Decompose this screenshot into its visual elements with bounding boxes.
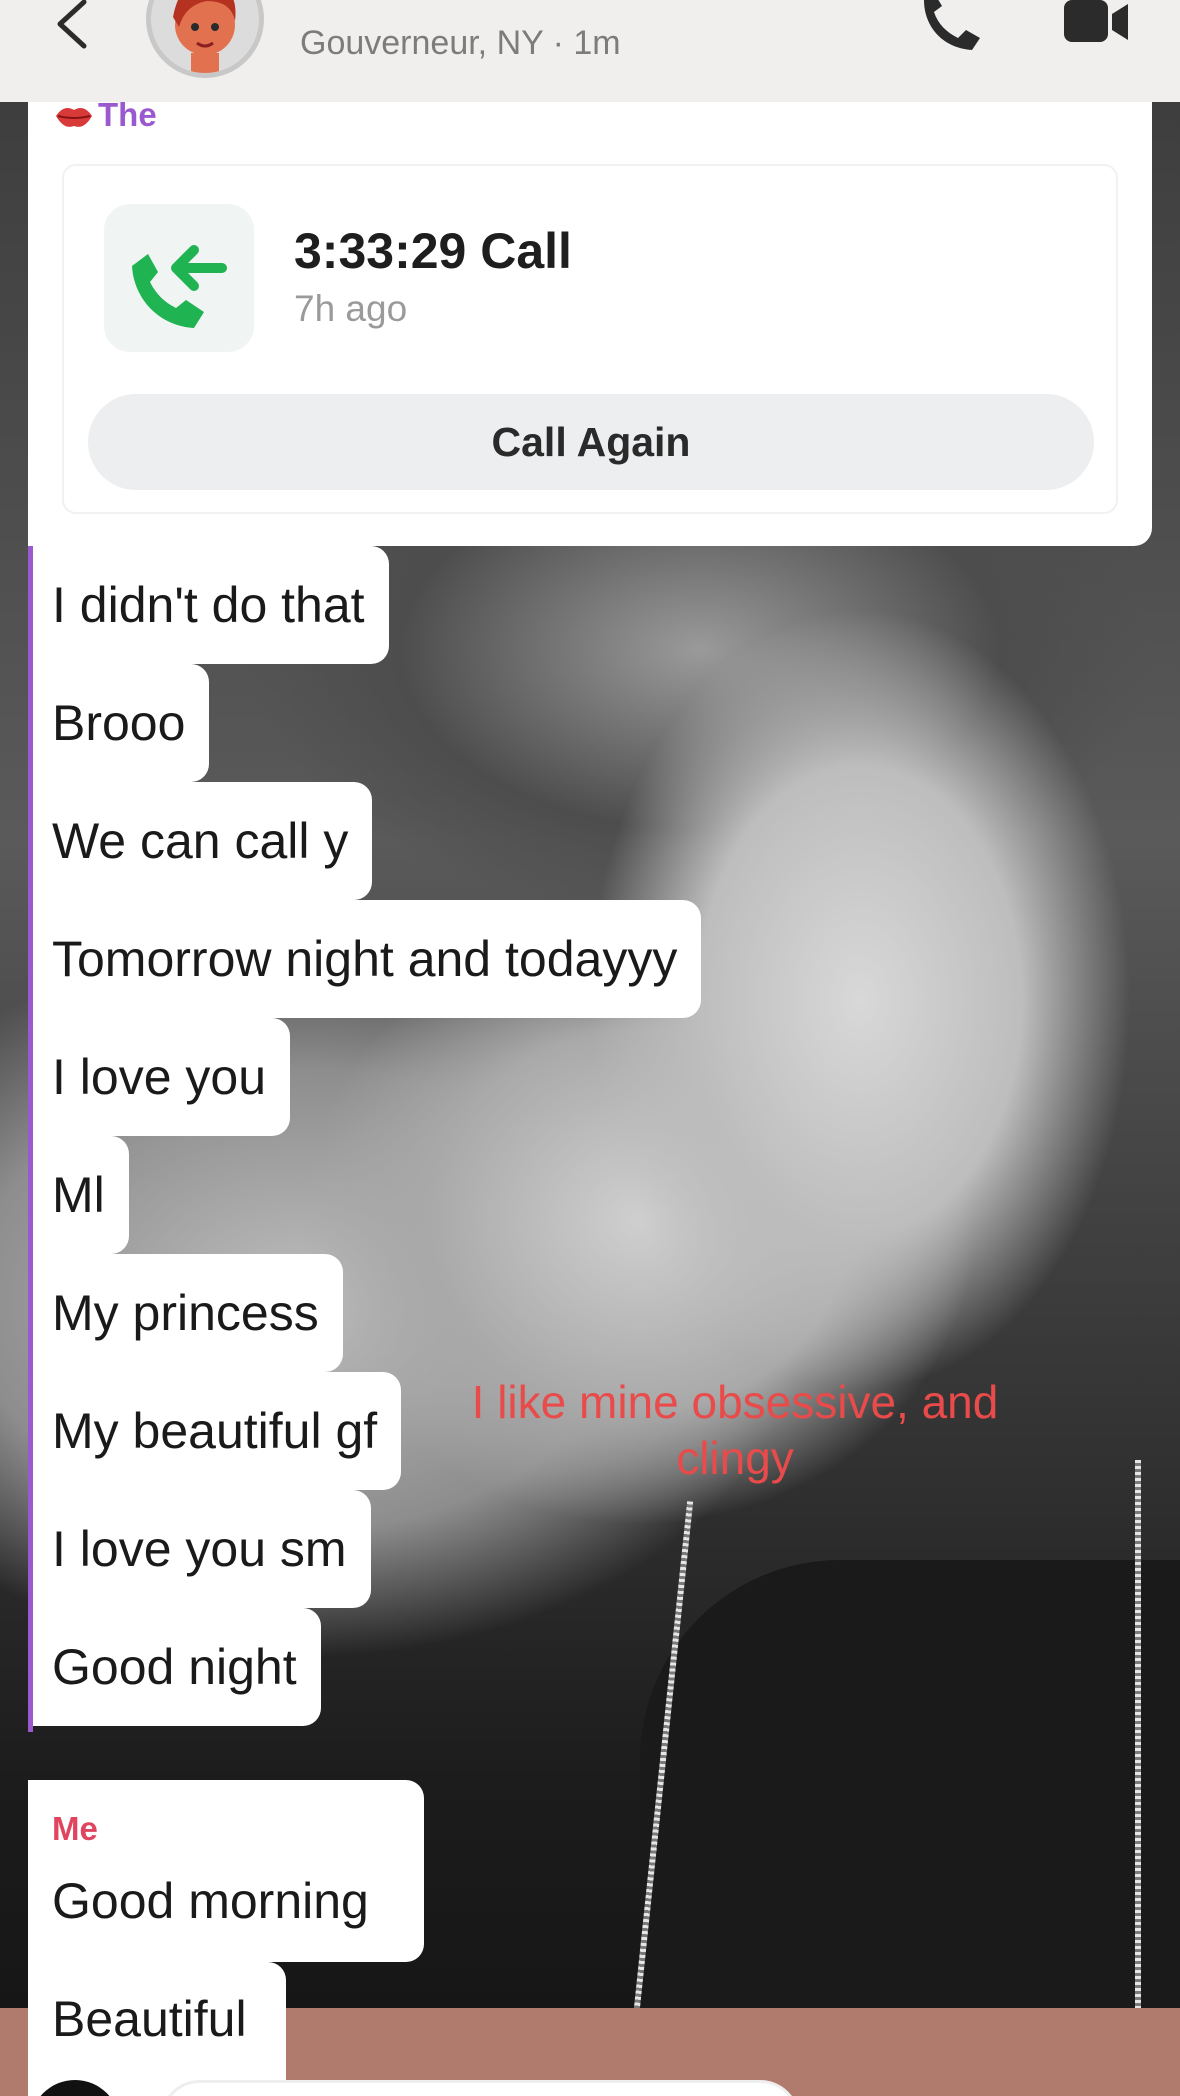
chat-header: Gouverneur, NY · 1m: [0, 0, 1180, 102]
chat-input[interactable]: [160, 2080, 800, 2096]
call-card[interactable]: 3:33:29 Call 7h ago Call Again: [62, 164, 1118, 514]
my-message-group[interactable]: Me Good morning: [28, 1780, 424, 1962]
message-bubble[interactable]: My princess: [28, 1254, 343, 1372]
message-bubble[interactable]: I love you sm: [28, 1490, 371, 1608]
message-text: Beautiful: [52, 1991, 247, 2047]
message-bubble[interactable]: Ml: [28, 1136, 129, 1254]
sender-accent-bar: [28, 546, 33, 1732]
background-chain-right: [1135, 1460, 1141, 2020]
message-bubble[interactable]: I love you: [28, 1018, 291, 1136]
my-message-bubble[interactable]: Beautiful: [28, 1962, 286, 2096]
message-bubble[interactable]: I didn't do that: [28, 546, 389, 664]
call-duration-title: 3:33:29 Call: [294, 223, 572, 279]
incoming-call-icon: [132, 245, 227, 328]
message-bubble: Good morning: [52, 1873, 369, 1929]
message-bubble[interactable]: My beautiful gf: [28, 1372, 402, 1490]
chevron-left-icon[interactable]: [52, 0, 92, 50]
call-again-button[interactable]: Call Again: [88, 394, 1094, 490]
call-timestamp: 7h ago: [294, 288, 408, 329]
message-bubble[interactable]: We can call y: [28, 782, 373, 900]
bitmoji-avatar-icon: [173, 0, 236, 73]
background-shirt: [640, 1560, 1180, 2010]
call-icon-box: [104, 204, 254, 352]
avatar[interactable]: [146, 0, 264, 78]
message-bubble[interactable]: Good night: [28, 1608, 321, 1726]
photo-caption: I like mine obsessive, and clingy: [471, 1376, 999, 1484]
message-bubble[interactable]: Tomorrow night and todayyy: [28, 900, 702, 1018]
message-bubble[interactable]: Brooo: [28, 664, 210, 782]
header-location: Gouverneur, NY · 1m: [300, 24, 621, 62]
me-label: Me: [52, 1810, 98, 1847]
phone-icon[interactable]: [918, 0, 984, 54]
video-camera-icon[interactable]: [1060, 0, 1132, 46]
kiss-lips-icon: [56, 108, 92, 127]
